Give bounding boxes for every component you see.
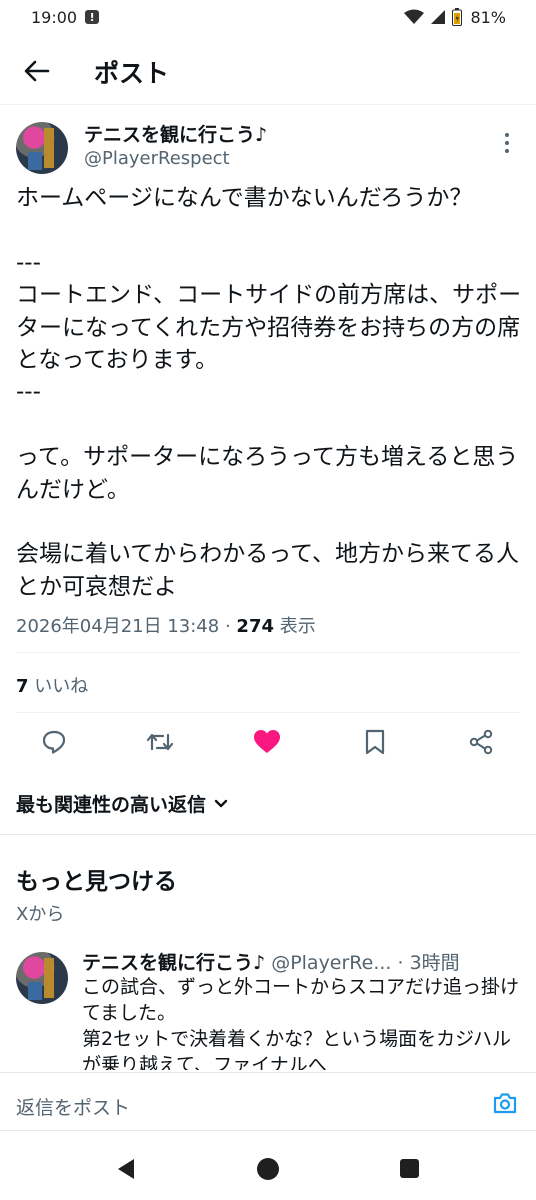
header-divider (0, 104, 536, 105)
likes-label: いいね (34, 676, 89, 697)
likes-summary[interactable]: 7 いいね (16, 672, 88, 698)
battery-level: 81% (470, 7, 506, 27)
reply-sort-label: 最も関連性の高い返信 (16, 794, 207, 816)
author-handle[interactable]: @PlayerRespect (84, 148, 230, 169)
action-bar (0, 722, 536, 762)
discover-title: もっと見つける (16, 869, 177, 895)
author-name[interactable]: テニスを観に行こう♪ (84, 120, 267, 147)
views-label: 表示 (279, 616, 316, 637)
post-meta: 2026年04月21日 13:48 · 274 表示 (16, 612, 316, 638)
status-right: 81% (404, 8, 506, 27)
chevron-down-icon (214, 799, 228, 807)
recommended-post-header[interactable]: テニスを観に行こう♪ @PlayerRe... · 3時間 (82, 948, 522, 975)
system-nav-bar (0, 1140, 536, 1200)
camera-button[interactable] (492, 1091, 518, 1115)
avatar[interactable] (16, 122, 68, 174)
nav-back-icon[interactable] (116, 1158, 136, 1180)
reply-input[interactable]: 返信をポスト (16, 1093, 130, 1120)
likes-count: 7 (16, 676, 29, 697)
status-bar: 19:00 ! 81% (0, 0, 536, 34)
signal-icon (431, 10, 446, 24)
share-button[interactable] (467, 728, 495, 756)
reply-button[interactable] (40, 728, 68, 756)
recommended-post-text[interactable]: この試合、ずっと外コートからスコアだけ追っ掛けてました。 第2セットで決着着くか… (82, 974, 522, 1070)
bookmark-button[interactable] (361, 728, 389, 756)
recommended-author-handle: @PlayerRe... (271, 952, 392, 974)
views-count: 274 (236, 616, 274, 637)
share-icon (469, 729, 493, 755)
bookmark-icon (365, 729, 385, 755)
reply-icon (42, 730, 66, 754)
repost-icon (146, 733, 174, 751)
page-title: ポスト (94, 59, 170, 88)
camera-icon (493, 1093, 517, 1114)
section-divider (0, 834, 536, 835)
recommended-author-name: テニスを観に行こう♪ (82, 952, 266, 974)
reply-sort-dropdown[interactable]: 最も関連性の高い返信 (16, 790, 228, 817)
repost-button[interactable] (146, 728, 174, 756)
more-options-icon[interactable] (504, 133, 510, 153)
notification-icon: ! (85, 10, 100, 24)
nav-recents-icon[interactable] (400, 1159, 419, 1178)
nav-home-icon[interactable] (257, 1158, 279, 1180)
divider (16, 652, 520, 653)
divider (16, 712, 520, 713)
status-time: 19:00 (31, 7, 78, 27)
top-header: ポスト (0, 38, 536, 102)
reply-composer[interactable]: 返信をポスト (0, 1072, 536, 1134)
back-button[interactable] (22, 56, 52, 86)
avatar[interactable] (16, 952, 68, 1004)
like-button[interactable] (253, 728, 281, 756)
recommended-post-time: · 3時間 (397, 952, 460, 974)
discover-source: Xから (16, 904, 65, 925)
meta-separator: · (224, 616, 231, 637)
post-timestamp[interactable]: 2026年04月21日 13:48 (16, 616, 219, 637)
composer-divider (0, 1130, 536, 1131)
arrow-left-icon (24, 60, 50, 82)
battery-icon (452, 8, 463, 26)
wifi-icon (404, 9, 425, 24)
post-text: ホームページになんで書かないんだろうか？ --- コートエンド、コートサイドの前… (16, 185, 522, 600)
heart-icon (254, 730, 280, 753)
